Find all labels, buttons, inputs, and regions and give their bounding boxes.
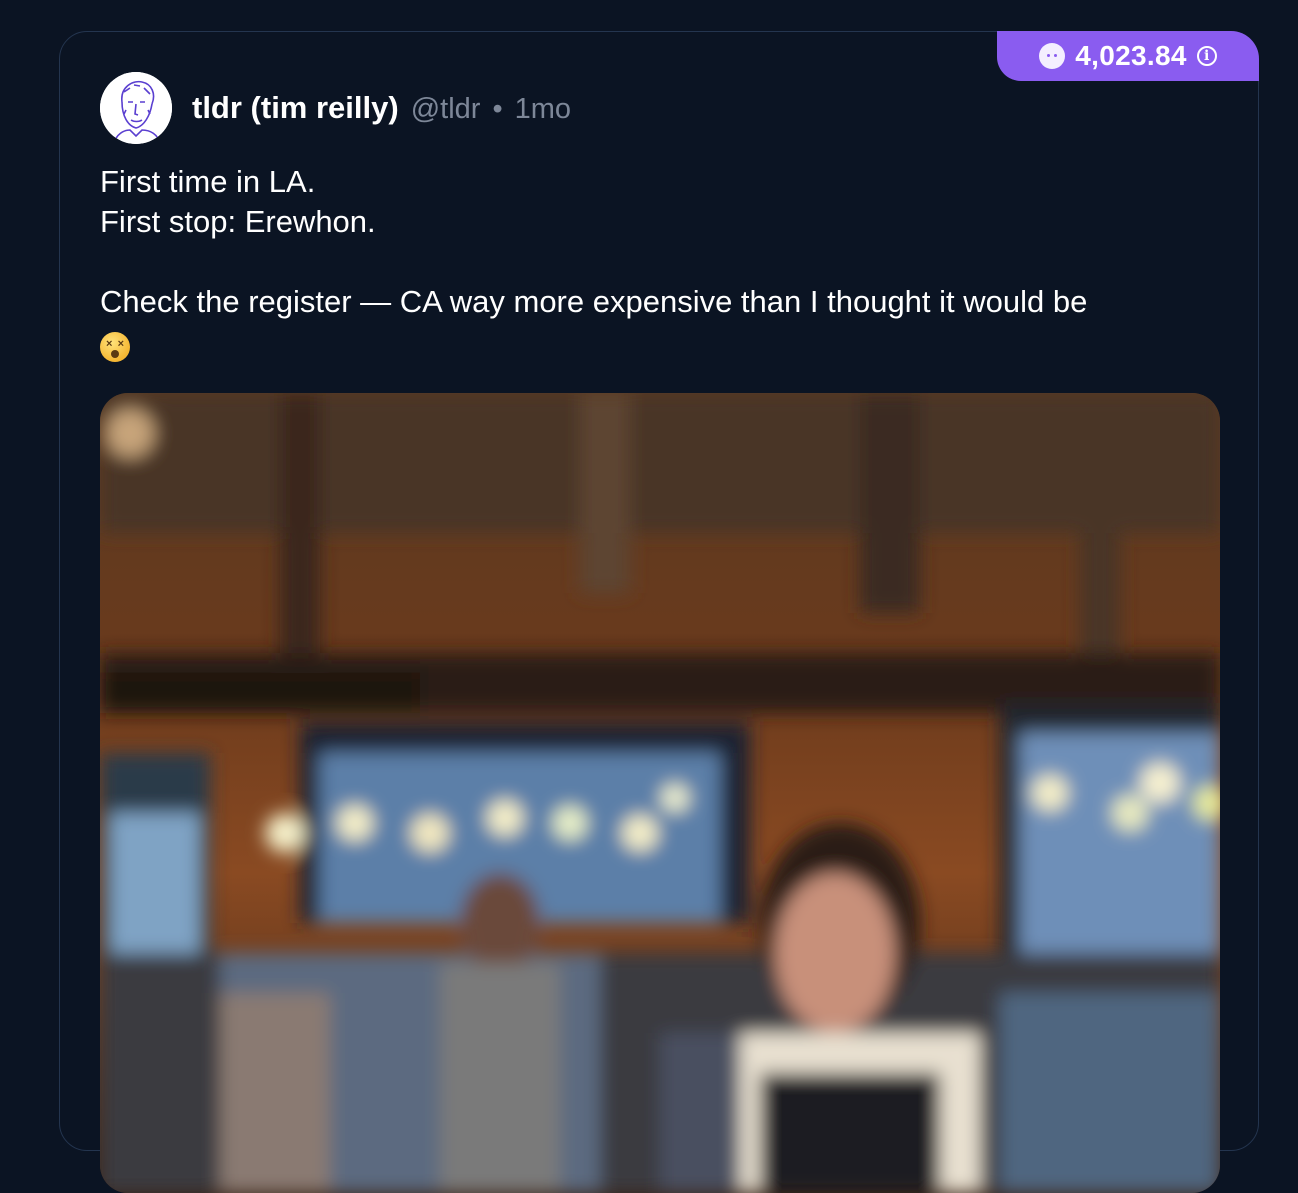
post-text-line: First stop: Erewhon. [100, 204, 376, 239]
points-badge[interactable]: 4,023.84 i [997, 31, 1259, 81]
info-icon[interactable]: i [1196, 46, 1217, 66]
separator-dot: • [492, 93, 503, 125]
avatar[interactable] [100, 72, 172, 144]
post-timestamp[interactable]: 1mo [515, 93, 571, 126]
post-text-line: Check the register — CA way more expensi… [100, 284, 1088, 319]
post-text: First time in LA. First stop: Erewhon. C… [100, 162, 1210, 362]
dizzy-face-emoji-icon: × × [100, 331, 130, 362]
post-image[interactable] [100, 393, 1220, 1193]
points-value: 4,023.84 [1075, 40, 1187, 71]
author-handle[interactable]: @tldr [411, 93, 481, 126]
post-text-line: First time in LA. [100, 164, 316, 199]
post-card[interactable]: 4,023.84 i tldr (tim reilly) @tldr • 1mo… [59, 31, 1259, 1193]
points-face-icon [1039, 43, 1066, 69]
post-header: tldr (tim reilly) @tldr • 1mo [100, 72, 571, 144]
author-display-name[interactable]: tldr (tim reilly) [192, 90, 399, 126]
